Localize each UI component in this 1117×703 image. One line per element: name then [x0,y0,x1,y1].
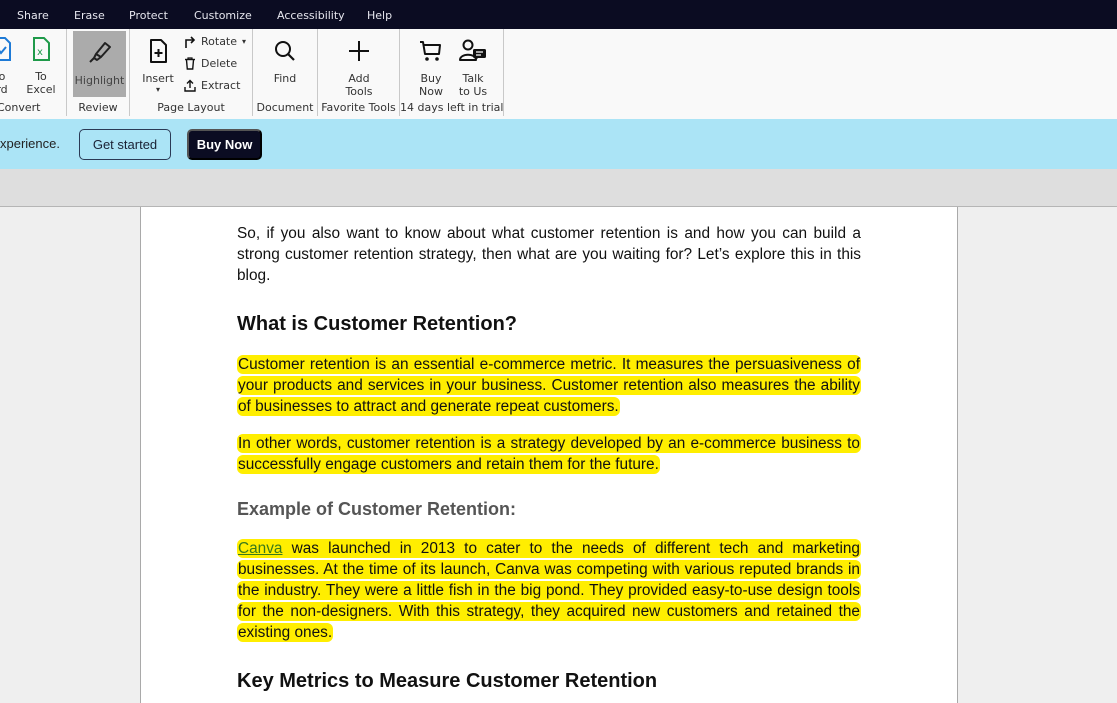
heading-key-metrics: Key Metrics to Measure Customer Retentio… [237,670,658,692]
to-word-label-2: rd [0,83,8,96]
group-review: Highlight Review [67,29,130,116]
get-started-button[interactable]: Get started [79,129,171,160]
heading-what-is-customer-retention: What is Customer Retention? [237,313,518,335]
group-convert: o rd x To Excel Convert [0,29,67,116]
highlighted-paragraph-3: Canva was launched in 2013 to cater to t… [237,538,861,643]
buy-now-ribbon-label-1: Buy [420,72,442,85]
highlight-2[interactable]: In other words, customer retention is a … [237,434,861,474]
menu-protect[interactable]: Protect [129,9,168,22]
insert-page-icon [150,39,167,63]
ribbon-toolbar: o rd x To Excel Convert Highlight Review [0,29,1117,119]
document-page[interactable]: So, if you also want to know about what … [140,207,958,703]
to-excel-label-2: Excel [26,83,56,96]
insert-label: Insert [142,72,174,85]
to-excel-button[interactable]: x To Excel [26,37,56,96]
svg-text:x: x [37,47,43,58]
example-text: was launched in 2013 to cater to the nee… [238,540,860,641]
banner-text: xperience. [0,136,60,151]
menu-customize[interactable]: Customize [194,9,252,22]
add-tools-button[interactable]: Add Tools [339,39,379,98]
highlight-1[interactable]: Customer retention is an essential e-com… [237,355,861,416]
rotate-label: Rotate [201,35,238,48]
to-excel-label-1: To [35,70,47,83]
highlight-button[interactable]: Highlight [73,31,126,97]
extract-icon [184,79,196,92]
delete-button[interactable]: Delete [184,57,237,70]
to-word-button[interactable]: o rd [0,37,14,96]
highlighted-paragraph-2: In other words, customer retention is a … [237,433,861,475]
subheading-example: Example of Customer Retention: [237,499,517,519]
intro-paragraph: So, if you also want to know about what … [237,225,861,284]
menu-bar: Share Erase Protect Customize Accessibil… [0,0,1117,29]
find-label: Find [273,72,297,85]
extract-button[interactable]: Extract [184,79,240,92]
buy-now-ribbon-label-2: Now [419,85,443,98]
highlighter-icon [88,42,111,63]
group-label-convert: Convert [0,101,41,114]
delete-label: Delete [201,57,238,70]
group-label-favorite-tools: Favorite Tools [321,101,396,114]
extract-label: Extract [201,79,241,92]
rotate-dropdown-icon[interactable]: ▾ [242,37,246,46]
user-chat-icon [459,39,486,61]
group-label-document: Document [256,101,314,114]
to-word-label-1: o [0,70,6,83]
highlighted-paragraph-1: Customer retention is an essential e-com… [237,354,861,417]
shopping-cart-icon [420,41,441,61]
group-favorite-tools: Add Tools Favorite Tools [318,29,400,116]
find-button[interactable]: Find [267,39,303,85]
canva-link[interactable]: Canva [238,540,283,557]
add-tools-label-2: Tools [345,85,373,98]
search-icon [275,41,295,61]
talk-to-us-button[interactable]: Talk to Us [456,39,490,98]
secondary-toolbar [0,169,1117,207]
excel-file-icon: x [33,37,50,61]
insert-button[interactable]: Insert ▾ [140,39,176,95]
menu-share[interactable]: Share [17,9,49,22]
group-page-layout: Insert ▾ Rotate ▾ Delete Extract Page La… [130,29,253,116]
menu-help[interactable]: Help [367,9,392,22]
highlight-3[interactable]: Canva was launched in 2013 to cater to t… [237,539,861,642]
group-label-page-layout: Page Layout [157,101,225,114]
group-label-trial: 14 days left in trial [400,101,504,114]
plus-icon [349,41,369,61]
insert-dropdown-icon[interactable]: ▾ [140,85,176,95]
rotate-button[interactable]: Rotate ▾ [184,35,246,48]
document-viewport[interactable]: So, if you also want to know about what … [0,207,1117,703]
rotate-icon [185,35,196,48]
menu-erase[interactable]: Erase [74,9,105,22]
promo-banner: xperience. Get started Buy Now [0,119,1117,169]
highlight-label: Highlight [74,74,125,87]
group-document: Find Document [253,29,318,116]
talk-to-us-label-1: Talk [462,72,484,85]
buy-now-button[interactable]: Buy Now [187,129,262,160]
word-file-icon [0,37,11,61]
talk-to-us-label-2: to Us [458,85,488,98]
add-tools-label-1: Add [348,72,370,85]
group-trial: Buy Now Talk to Us 14 days left in trial [400,29,504,116]
group-label-review: Review [78,101,118,114]
buy-now-ribbon-button[interactable]: Buy Now [414,39,448,98]
trash-icon [185,57,195,70]
menu-accessibility[interactable]: Accessibility [277,9,345,22]
